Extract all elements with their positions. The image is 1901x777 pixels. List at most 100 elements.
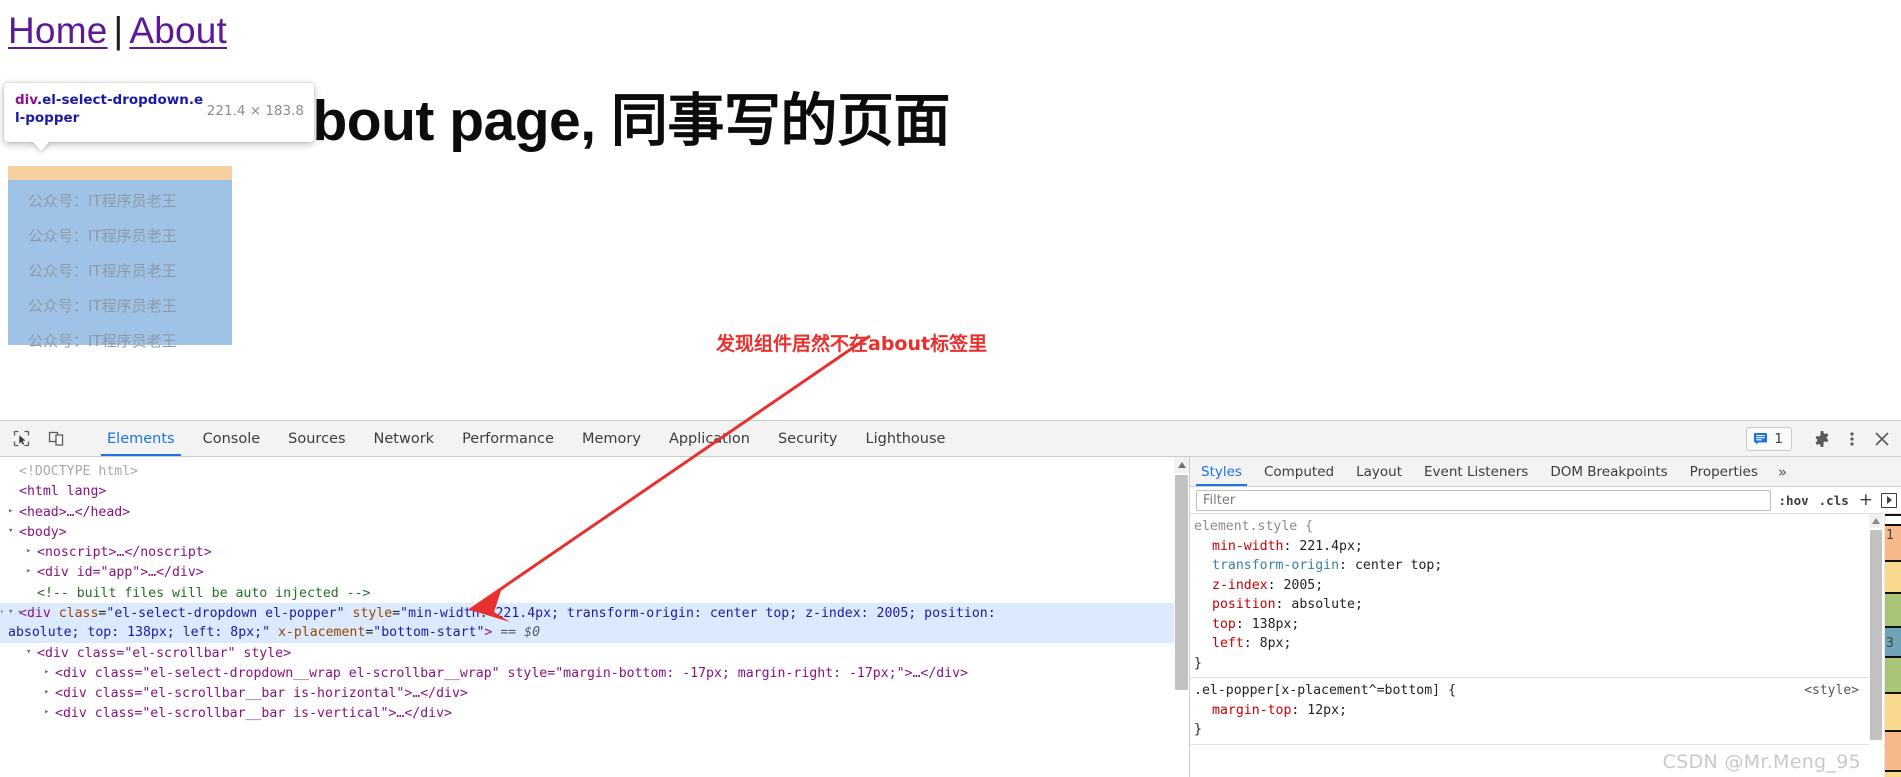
list-item[interactable]: 公众号：IT程序员老王 [8, 254, 232, 289]
tab-application[interactable]: Application [655, 421, 764, 456]
css-property-value[interactable]: 138px; [1252, 617, 1300, 632]
list-item[interactable]: 公众号：IT程序员老王 [8, 219, 232, 254]
console-message-badge[interactable]: 1 [1746, 426, 1792, 451]
dom-tree-scroll-thumb[interactable] [1175, 475, 1188, 690]
devtools-panel: Elements Console Sources Network Perform… [0, 420, 1901, 777]
css-property-name[interactable]: transform-origin [1212, 558, 1339, 573]
tab-layout[interactable]: Layout [1345, 457, 1413, 486]
nav-link-home[interactable]: Home [8, 10, 108, 51]
rule-close-brace: } [1194, 722, 1202, 737]
styles-minimap[interactable]: 1 3 [1884, 514, 1901, 777]
tab-properties[interactable]: Properties [1679, 457, 1769, 486]
tab-security[interactable]: Security [764, 421, 852, 456]
element-state-icon[interactable] [1881, 492, 1897, 508]
scroll-up-arrow-icon[interactable] [1174, 457, 1189, 473]
css-property-value[interactable]: 2005; [1283, 578, 1323, 593]
tab-memory[interactable]: Memory [568, 421, 655, 456]
highlight-padding-band [8, 166, 232, 180]
dom-node-noscript[interactable]: ▸ <noscript>…</noscript> [0, 542, 1189, 562]
nav-link-about[interactable]: About [129, 10, 227, 51]
css-property-name[interactable]: left [1212, 636, 1244, 651]
tab-dom-breakpoints[interactable]: DOM Breakpoints [1539, 457, 1678, 486]
rule-selector: element.style { [1194, 519, 1314, 534]
dom-node-comment: ▸<!-- built files will be auto injected … [37, 585, 371, 601]
styles-filter-bar: :hov .cls + [1190, 487, 1901, 514]
tab-network[interactable]: Network [360, 421, 449, 456]
dom-tree-scrollbar[interactable] [1174, 457, 1189, 777]
minimap-number: 3 [1886, 636, 1894, 651]
css-property-name[interactable]: top [1212, 617, 1236, 632]
css-property-name[interactable]: z-index [1212, 578, 1268, 593]
element-highlight-overlay: 公众号：IT程序员老王 公众号：IT程序员老王 公众号：IT程序员老王 公众号：… [8, 166, 232, 350]
styles-rules-list: element.style { min-width: 221.4px; tran… [1190, 514, 1901, 777]
console-message-count: 1 [1774, 430, 1783, 447]
style-rule-element-style[interactable]: element.style { min-width: 221.4px; tran… [1190, 514, 1901, 678]
tooltip-tag-name: div [15, 92, 37, 108]
annotation-text: 发现组件居然不在about标签里 [716, 333, 988, 355]
dom-node-app-div[interactable]: ▸ <div id="app">…</div> [0, 562, 1189, 582]
message-icon [1754, 433, 1768, 445]
devtools-tab-bar: Elements Console Sources Network Perform… [93, 421, 959, 456]
devtools-body: ▸<!DOCTYPE html> ▸<html lang> ▸<head>…</… [0, 457, 1901, 777]
web-page-viewport: Home | About This is an about page, 同事写的页面… [0, 0, 1901, 420]
dom-node-html[interactable]: ▸<html lang> [0, 481, 1189, 501]
chevron-double-right-icon[interactable]: » [1769, 457, 1796, 486]
list-item[interactable]: 公众号：IT程序员老王 [8, 184, 232, 219]
site-nav: Home | About [8, 8, 227, 54]
list-item[interactable]: 公众号：IT程序员老王 [8, 289, 232, 324]
css-property-name[interactable]: margin-top [1212, 703, 1291, 718]
kebab-menu-icon[interactable] [1839, 426, 1865, 452]
tab-sources[interactable]: Sources [274, 421, 359, 456]
cls-button[interactable]: .cls [1817, 493, 1851, 508]
minimap-number: 1 [1886, 528, 1894, 543]
tab-computed[interactable]: Computed [1253, 457, 1345, 486]
tab-elements[interactable]: Elements [93, 421, 189, 456]
css-property-value[interactable]: absolute; [1291, 597, 1362, 612]
css-property-value[interactable]: center top; [1355, 558, 1442, 573]
hov-button[interactable]: :hov [1777, 493, 1811, 508]
list-item[interactable]: 公众号：IT程序员老王 [8, 324, 232, 359]
styles-tab-bar: Styles Computed Layout Event Listeners D… [1190, 457, 1901, 487]
node-overflow-dots[interactable]: ··· [0, 603, 24, 623]
tab-performance[interactable]: Performance [448, 421, 568, 456]
devtools-toolbar: Elements Console Sources Network Perform… [0, 421, 1901, 457]
styles-pane: Styles Computed Layout Event Listeners D… [1190, 457, 1901, 777]
dom-node-doctype: ▸<!DOCTYPE html> [19, 463, 139, 479]
tooltip-arrow-icon [32, 141, 50, 151]
dom-node-scrollbar-bar-vertical[interactable]: ▸ <div class="el-scrollbar__bar is-vertic… [0, 703, 1189, 723]
css-property-value[interactable]: 8px; [1260, 636, 1292, 651]
styles-filter-input[interactable] [1196, 489, 1771, 511]
nav-separator: | [113, 10, 124, 51]
rule-source-link[interactable]: <style> [1804, 681, 1859, 701]
dom-node-selected-el-select-dropdown[interactable]: ··· ▾ <div class="el-select-dropdown el-p… [0, 602, 1189, 643]
dom-node-head[interactable]: ▸ <head>…</head> [0, 502, 1189, 522]
tab-lighthouse[interactable]: Lighthouse [852, 421, 960, 456]
tab-event-listeners[interactable]: Event Listeners [1413, 457, 1539, 486]
css-property-value[interactable]: 12px; [1307, 703, 1347, 718]
tab-console[interactable]: Console [189, 421, 275, 456]
rule-close-brace: } [1194, 655, 1202, 671]
inspect-element-icon[interactable] [8, 426, 34, 452]
styles-scroll-up-arrow-icon[interactable] [1869, 514, 1883, 528]
tab-styles[interactable]: Styles [1190, 457, 1253, 486]
watermark: CSDN @Mr.Meng_95 [1662, 750, 1861, 773]
gear-icon[interactable] [1809, 426, 1835, 452]
dom-tree-pane[interactable]: ▸<!DOCTYPE html> ▸<html lang> ▸<head>…</… [0, 457, 1190, 777]
css-property-value[interactable]: 221.4px; [1299, 539, 1363, 554]
css-property-name[interactable]: position [1212, 597, 1276, 612]
css-property-name[interactable]: min-width [1212, 539, 1283, 554]
inspector-tooltip-dimensions: 221.4 × 183.8 [206, 103, 304, 119]
dom-node-el-scrollbar[interactable]: ▾ <div class="el-scrollbar" style> [0, 643, 1189, 663]
tooltip-classes: .el-select-dropdown.el-popper [15, 92, 204, 126]
style-rule-el-popper[interactable]: .el-popper[x-placement^=bottom] { <style… [1190, 678, 1901, 745]
dom-node-scrollbar-bar-horizontal[interactable]: ▸ <div class="el-scrollbar__bar is-horizo… [0, 683, 1189, 703]
dom-node-body[interactable]: ▾ <body> [0, 522, 1189, 542]
close-icon[interactable] [1869, 426, 1895, 452]
rule-selector[interactable]: .el-popper[x-placement^=bottom] { [1194, 683, 1456, 698]
device-toolbar-icon[interactable] [43, 426, 69, 452]
styles-scroll-thumb[interactable] [1870, 530, 1882, 740]
new-style-rule-button[interactable]: + [1857, 490, 1875, 510]
dom-node-el-select-dropdown-wrap[interactable]: ▸ <div class="el-select-dropdown__wrap el… [0, 663, 1189, 683]
highlight-content-box: 公众号：IT程序员老王 公众号：IT程序员老王 公众号：IT程序员老王 公众号：… [8, 180, 232, 350]
inspector-tooltip: div.el-select-dropdown.el-popper 221.4 ×… [4, 83, 314, 151]
